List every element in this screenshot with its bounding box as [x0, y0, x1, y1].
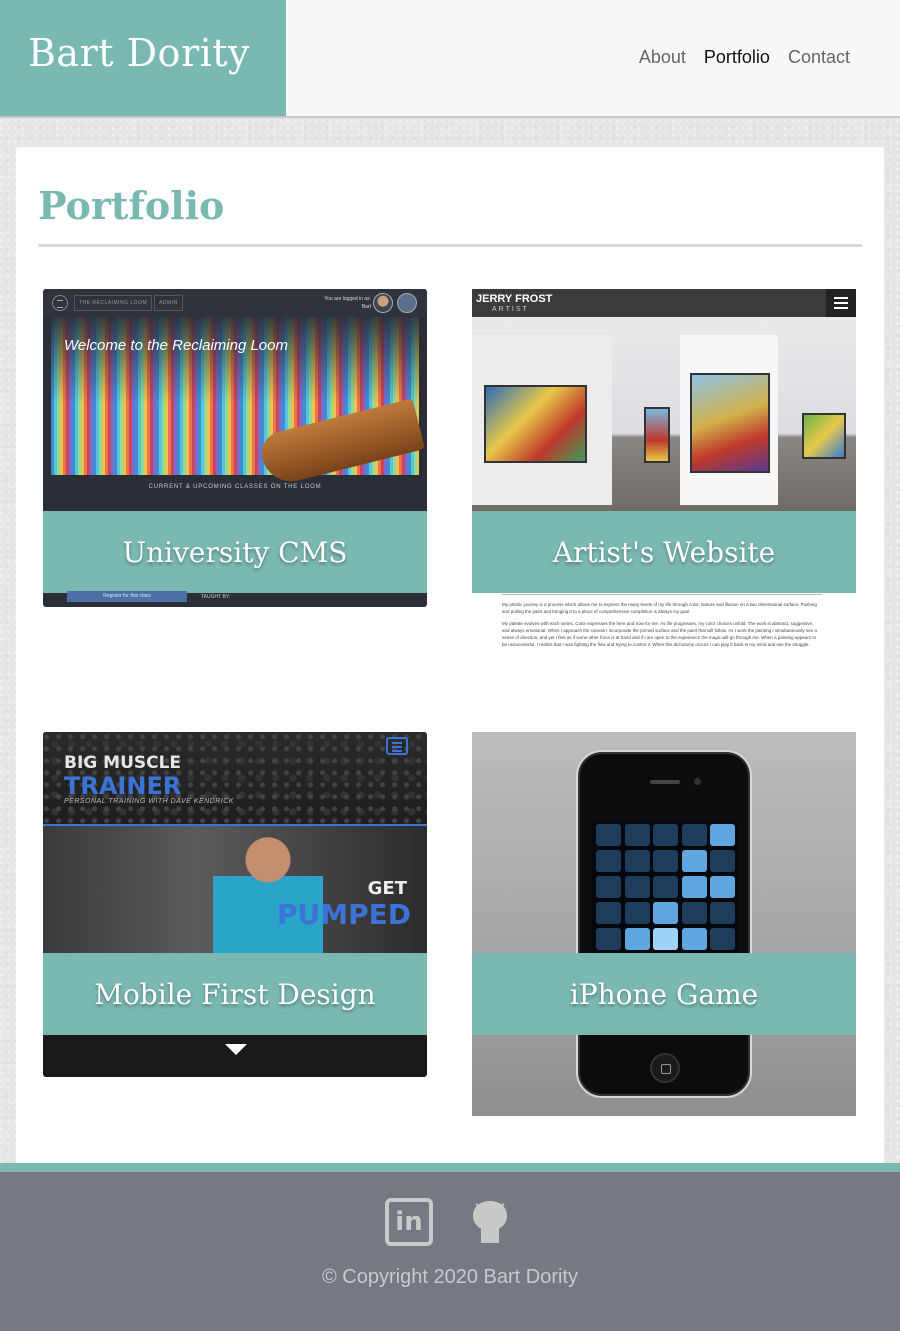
logged-in-label: You are logged in as: — [324, 296, 371, 302]
shuttle-image — [257, 398, 425, 488]
game-cell — [596, 850, 621, 872]
main-nav: About Portfolio Contact — [639, 47, 850, 68]
game-cell — [596, 902, 621, 924]
project-tile-iphone-game[interactable]: iPhone Game — [472, 732, 856, 1116]
screenshot-welcome: Welcome to the Reclaiming Loom — [64, 337, 288, 354]
game-cell — [681, 876, 707, 898]
game-cell — [653, 928, 678, 950]
game-cell — [710, 824, 735, 846]
game-cell — [710, 928, 735, 950]
game-cell — [624, 876, 650, 898]
home-button-icon — [650, 1053, 680, 1083]
trainer-logo-trainer: TRAINER — [64, 772, 182, 800]
screenshot-taught-by: TAUGHT BY: — [201, 594, 231, 600]
brand-block[interactable]: Bart Dority — [0, 0, 286, 116]
screenshot-classes-heading: CURRENT & UPCOMING CLASSES ON THE LOOM — [148, 484, 322, 490]
camera-icon — [694, 778, 701, 785]
page-title: Portfolio — [38, 183, 225, 228]
title-divider — [38, 244, 862, 247]
portfolio-card: Portfolio THE RECLAIMING LOOM ADMIN You … — [16, 147, 884, 1167]
game-cell — [624, 902, 650, 924]
game-cell — [653, 850, 678, 872]
trainer-figure — [213, 836, 323, 955]
iphone-image — [576, 750, 752, 1098]
menu-icon — [386, 737, 408, 755]
game-cell — [624, 850, 650, 872]
trainer-header-image: BIG MUSCLE TRAINER PERSONAL TRAINING WIT… — [43, 732, 427, 824]
game-cell — [596, 824, 621, 846]
project-tile-artists-website[interactable]: JERRY FROST ARTIST Artist's Website My a… — [472, 289, 856, 664]
trainer-logo-big: BIG MUSCLE — [64, 753, 182, 773]
game-cell — [681, 850, 707, 872]
hamburger-icon — [826, 289, 856, 317]
painting — [644, 407, 670, 463]
menu-icon — [52, 295, 68, 311]
screenshot-chip: THE RECLAIMING LOOM — [74, 295, 153, 311]
statement-paragraph: My palette evolves with each series. Col… — [502, 621, 817, 647]
painting — [484, 385, 587, 463]
copyright-text: © Copyright 2020 Bart Dority — [322, 1266, 578, 1288]
down-arrow-icon — [225, 1044, 247, 1055]
speaker-icon — [650, 780, 680, 784]
get-pumped-pumped: PUMPED — [276, 898, 411, 931]
game-cell — [653, 824, 678, 846]
nav-about[interactable]: About — [639, 47, 686, 68]
game-cell — [681, 902, 707, 924]
nav-contact[interactable]: Contact — [788, 47, 850, 68]
project-tile-university-cms[interactable]: THE RECLAIMING LOOM ADMIN You are logged… — [43, 289, 427, 607]
project-label[interactable]: Mobile First Design — [43, 953, 427, 1035]
statement-paragraph: My artistic journey is a process which a… — [502, 602, 817, 614]
avatar — [397, 293, 417, 313]
gym-photo: GET PUMPED — [43, 824, 427, 955]
screenshot-topbar: JERRY FROST ARTIST — [472, 289, 856, 317]
game-cell — [653, 876, 678, 898]
get-pumped-get: GET — [367, 878, 407, 899]
screenshot-topbar: THE RECLAIMING LOOM ADMIN You are logged… — [43, 289, 427, 317]
screenshot-chip: ADMIN — [154, 295, 183, 311]
artist-name: JERRY FROST — [476, 293, 553, 305]
painting — [690, 373, 770, 473]
game-grid — [592, 820, 738, 970]
painting — [802, 413, 846, 459]
site-footer: in © Copyright 2020 Bart Dority — [0, 1163, 900, 1331]
game-cell — [710, 850, 735, 872]
game-cell — [596, 928, 621, 950]
site-brand[interactable]: Bart Dority — [28, 31, 250, 75]
gallery-image — [472, 317, 856, 511]
game-cell — [653, 902, 678, 924]
project-tile-mobile-first-design[interactable]: BIG MUSCLE TRAINER PERSONAL TRAINING WIT… — [43, 732, 427, 1077]
game-cell — [624, 928, 650, 950]
project-label[interactable]: University CMS — [43, 511, 427, 593]
screenshot-register-button: Register for this class — [67, 591, 187, 602]
github-icon[interactable] — [470, 1198, 510, 1246]
project-label[interactable]: Artist's Website — [472, 511, 856, 593]
game-cell — [710, 902, 735, 924]
game-cell — [710, 876, 735, 898]
avatar — [373, 293, 393, 313]
logged-in-user: Bart — [361, 304, 371, 310]
project-label[interactable]: iPhone Game — [472, 953, 856, 1035]
game-cell — [681, 928, 707, 950]
artist-statement: My artistic journey is a process which a… — [502, 601, 822, 653]
artist-role: ARTIST — [492, 306, 529, 313]
trainer-subtitle: PERSONAL TRAINING WITH DAVE KENDRICK — [64, 798, 234, 805]
game-cell — [596, 876, 621, 898]
linkedin-icon[interactable]: in — [385, 1198, 433, 1246]
nav-portfolio[interactable]: Portfolio — [704, 47, 770, 68]
game-cell — [624, 824, 650, 846]
screenshot-login-text: You are logged in as: Bart — [324, 295, 371, 311]
statement-rule — [502, 594, 822, 595]
game-cell — [681, 824, 707, 846]
site-header: Bart Dority About Portfolio Contact — [0, 0, 900, 118]
